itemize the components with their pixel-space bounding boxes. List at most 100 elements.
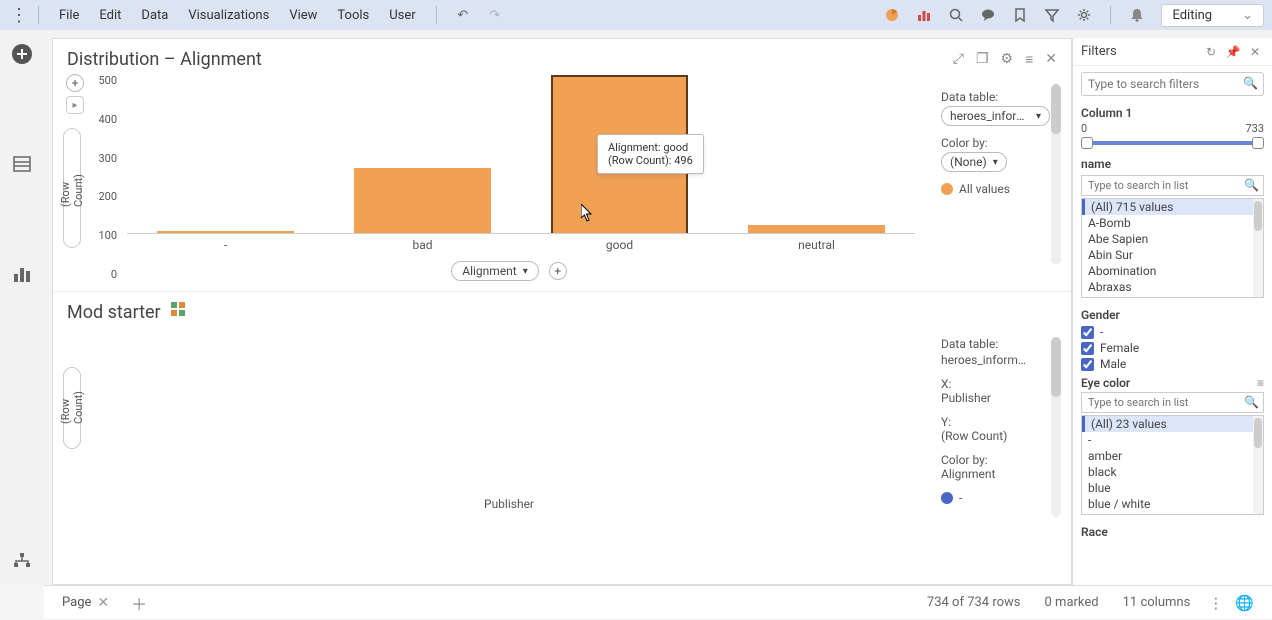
- filter-name-search[interactable]: [1081, 175, 1264, 196]
- list-item[interactable]: Absorbing Man: [1082, 295, 1263, 298]
- menu-file[interactable]: File: [59, 8, 79, 23]
- globe-icon[interactable]: 🌐: [1235, 594, 1254, 612]
- viz1-toolbar: ⤢ ❐ ⚙ ≡ ✕: [953, 51, 1057, 68]
- list-item[interactable]: blue: [1082, 480, 1263, 496]
- filters-search-input[interactable]: [1081, 72, 1264, 96]
- menu-data[interactable]: Data: [141, 8, 168, 23]
- cfg-color-by-selector[interactable]: (None)▾: [941, 152, 1007, 172]
- bar-dash[interactable]: [157, 231, 295, 233]
- list-item[interactable]: A-Bomb: [1082, 215, 1263, 231]
- gear-icon[interactable]: [1072, 3, 1096, 27]
- list-item[interactable]: bown: [1082, 512, 1263, 515]
- list-item[interactable]: Abomination: [1082, 263, 1263, 279]
- cfg-data-table-label: Data table:: [941, 90, 1057, 104]
- menu-visualizations[interactable]: Visualizations: [188, 8, 269, 23]
- list-scroll-thumb[interactable]: [1254, 201, 1262, 231]
- viz2-cfg-colorby-value: Alignment: [941, 467, 1057, 481]
- hierarchy-icon[interactable]: [10, 549, 34, 573]
- viz2-plot-area[interactable]: Publisher: [87, 327, 931, 527]
- columns-info: 11 columns: [1123, 595, 1191, 610]
- pie-chart-icon[interactable]: [880, 3, 904, 27]
- mode-dropdown[interactable]: Editing ⌄: [1161, 4, 1264, 27]
- cfg-data-table-selector[interactable]: heroes_inform…▾: [941, 106, 1050, 126]
- filter-eye-menu-icon[interactable]: ≡: [1257, 376, 1264, 390]
- filters-pin-icon[interactable]: 📌: [1224, 45, 1242, 59]
- filter-eye-title: Eye color: [1081, 376, 1130, 390]
- add-y-axis-button[interactable]: +: [66, 74, 84, 92]
- mode-label: Editing: [1172, 8, 1212, 23]
- add-circle-icon[interactable]: [10, 42, 34, 66]
- list-item-all[interactable]: (All) 23 values: [1082, 416, 1263, 432]
- list-item[interactable]: black: [1082, 464, 1263, 480]
- close-viz-icon[interactable]: ✕: [1045, 51, 1057, 68]
- list-item[interactable]: -: [1082, 432, 1263, 448]
- filter-gender-title: Gender: [1073, 304, 1272, 324]
- filters-close-icon[interactable]: ✕: [1246, 45, 1264, 59]
- legend-all-values[interactable]: All values: [941, 182, 1057, 196]
- filter-race-title: Race: [1073, 521, 1272, 541]
- list-item[interactable]: Abraxas: [1082, 279, 1263, 295]
- bar-bad[interactable]: [354, 168, 492, 233]
- list-item[interactable]: Abe Sapien: [1082, 231, 1263, 247]
- filter-eye-search[interactable]: [1081, 392, 1264, 413]
- menu-user[interactable]: User: [389, 8, 415, 23]
- menu-edit[interactable]: Edit: [99, 8, 121, 23]
- bell-icon[interactable]: [1125, 3, 1149, 27]
- viz-mod-starter: Mod starter (Row Count) Publisher Data t…: [53, 291, 1071, 537]
- range-slider[interactable]: [1081, 137, 1264, 147]
- config-scroll-thumb[interactable]: [1051, 84, 1061, 134]
- page-tab[interactable]: Page✕: [56, 595, 115, 611]
- filter-icon[interactable]: [1040, 3, 1064, 27]
- search-icon[interactable]: [944, 3, 968, 27]
- filter-eye-list[interactable]: (All) 23 values - amber black blue blue …: [1081, 415, 1264, 515]
- table-icon[interactable]: [10, 152, 34, 176]
- close-tab-icon[interactable]: ✕: [97, 595, 109, 611]
- search-icon: 🔍: [1243, 76, 1258, 90]
- list-item-all[interactable]: (All) 715 values: [1082, 199, 1263, 215]
- slider-handle-min[interactable]: [1081, 137, 1093, 149]
- chart-tool-icon[interactable]: [10, 262, 34, 286]
- menu-view[interactable]: View: [289, 8, 317, 23]
- list-item[interactable]: blue / white: [1082, 496, 1263, 512]
- expand-icon[interactable]: ⤢: [953, 51, 964, 68]
- y-axis-label[interactable]: (Row Count): [63, 128, 81, 248]
- viz2-y-axis-label[interactable]: (Row Count): [63, 367, 81, 449]
- chart-plot-area[interactable]: 500 400 300 200 100 0 -: [87, 74, 931, 281]
- gender-female-check[interactable]: Female: [1073, 340, 1272, 356]
- menu-tools[interactable]: Tools: [337, 8, 369, 23]
- list-scroll-thumb[interactable]: [1254, 418, 1262, 448]
- x-axis-labels: - bad good neutral: [127, 234, 915, 252]
- list-scroll-track[interactable]: [1253, 199, 1263, 297]
- bookmark-icon[interactable]: [1008, 3, 1032, 27]
- marked-info: 0 marked: [1045, 595, 1099, 610]
- viz2-config-panel: Data table: heroes_inform… X: Publisher …: [931, 327, 1061, 527]
- filters-refresh-icon[interactable]: ↻: [1202, 45, 1220, 59]
- viz-settings-icon[interactable]: ⚙: [1001, 51, 1014, 68]
- duplicate-icon[interactable]: ❐: [976, 51, 989, 68]
- comment-icon[interactable]: [976, 3, 1000, 27]
- gender-male-check[interactable]: Male: [1073, 356, 1272, 372]
- slider-handle-max[interactable]: [1252, 137, 1264, 149]
- bar-neutral[interactable]: [748, 225, 886, 233]
- undo-icon[interactable]: ↶: [451, 3, 475, 27]
- viz2-cfg-x-value: Publisher: [941, 391, 1057, 405]
- viz2-scroll-thumb[interactable]: [1051, 337, 1061, 397]
- add-page-button[interactable]: ＋: [131, 591, 147, 615]
- list-scroll-track[interactable]: [1253, 416, 1263, 514]
- status-menu-icon[interactable]: ⋮: [1208, 594, 1223, 612]
- viz2-legend-dash[interactable]: -: [941, 491, 1057, 505]
- viz2-title: Mod starter: [67, 302, 1057, 323]
- bar-chart-icon[interactable]: [912, 3, 936, 27]
- add-x-axis-button[interactable]: +: [549, 262, 567, 280]
- y-axis-expand-icon[interactable]: ▸: [66, 96, 84, 114]
- list-icon[interactable]: ≡: [1025, 51, 1033, 68]
- x-axis-selector[interactable]: Alignment▾: [451, 261, 539, 281]
- app-menu-icon[interactable]: ⋮: [8, 5, 28, 26]
- viz2-cfg-y-value: (Row Count): [941, 429, 1057, 443]
- redo-icon[interactable]: ↷: [483, 3, 507, 27]
- gender-dash-check[interactable]: -: [1073, 324, 1272, 340]
- list-item[interactable]: Abin Sur: [1082, 247, 1263, 263]
- filter-name-list[interactable]: (All) 715 values A-Bomb Abe Sapien Abin …: [1081, 198, 1264, 298]
- list-item[interactable]: amber: [1082, 448, 1263, 464]
- range-min: 0: [1081, 122, 1087, 135]
